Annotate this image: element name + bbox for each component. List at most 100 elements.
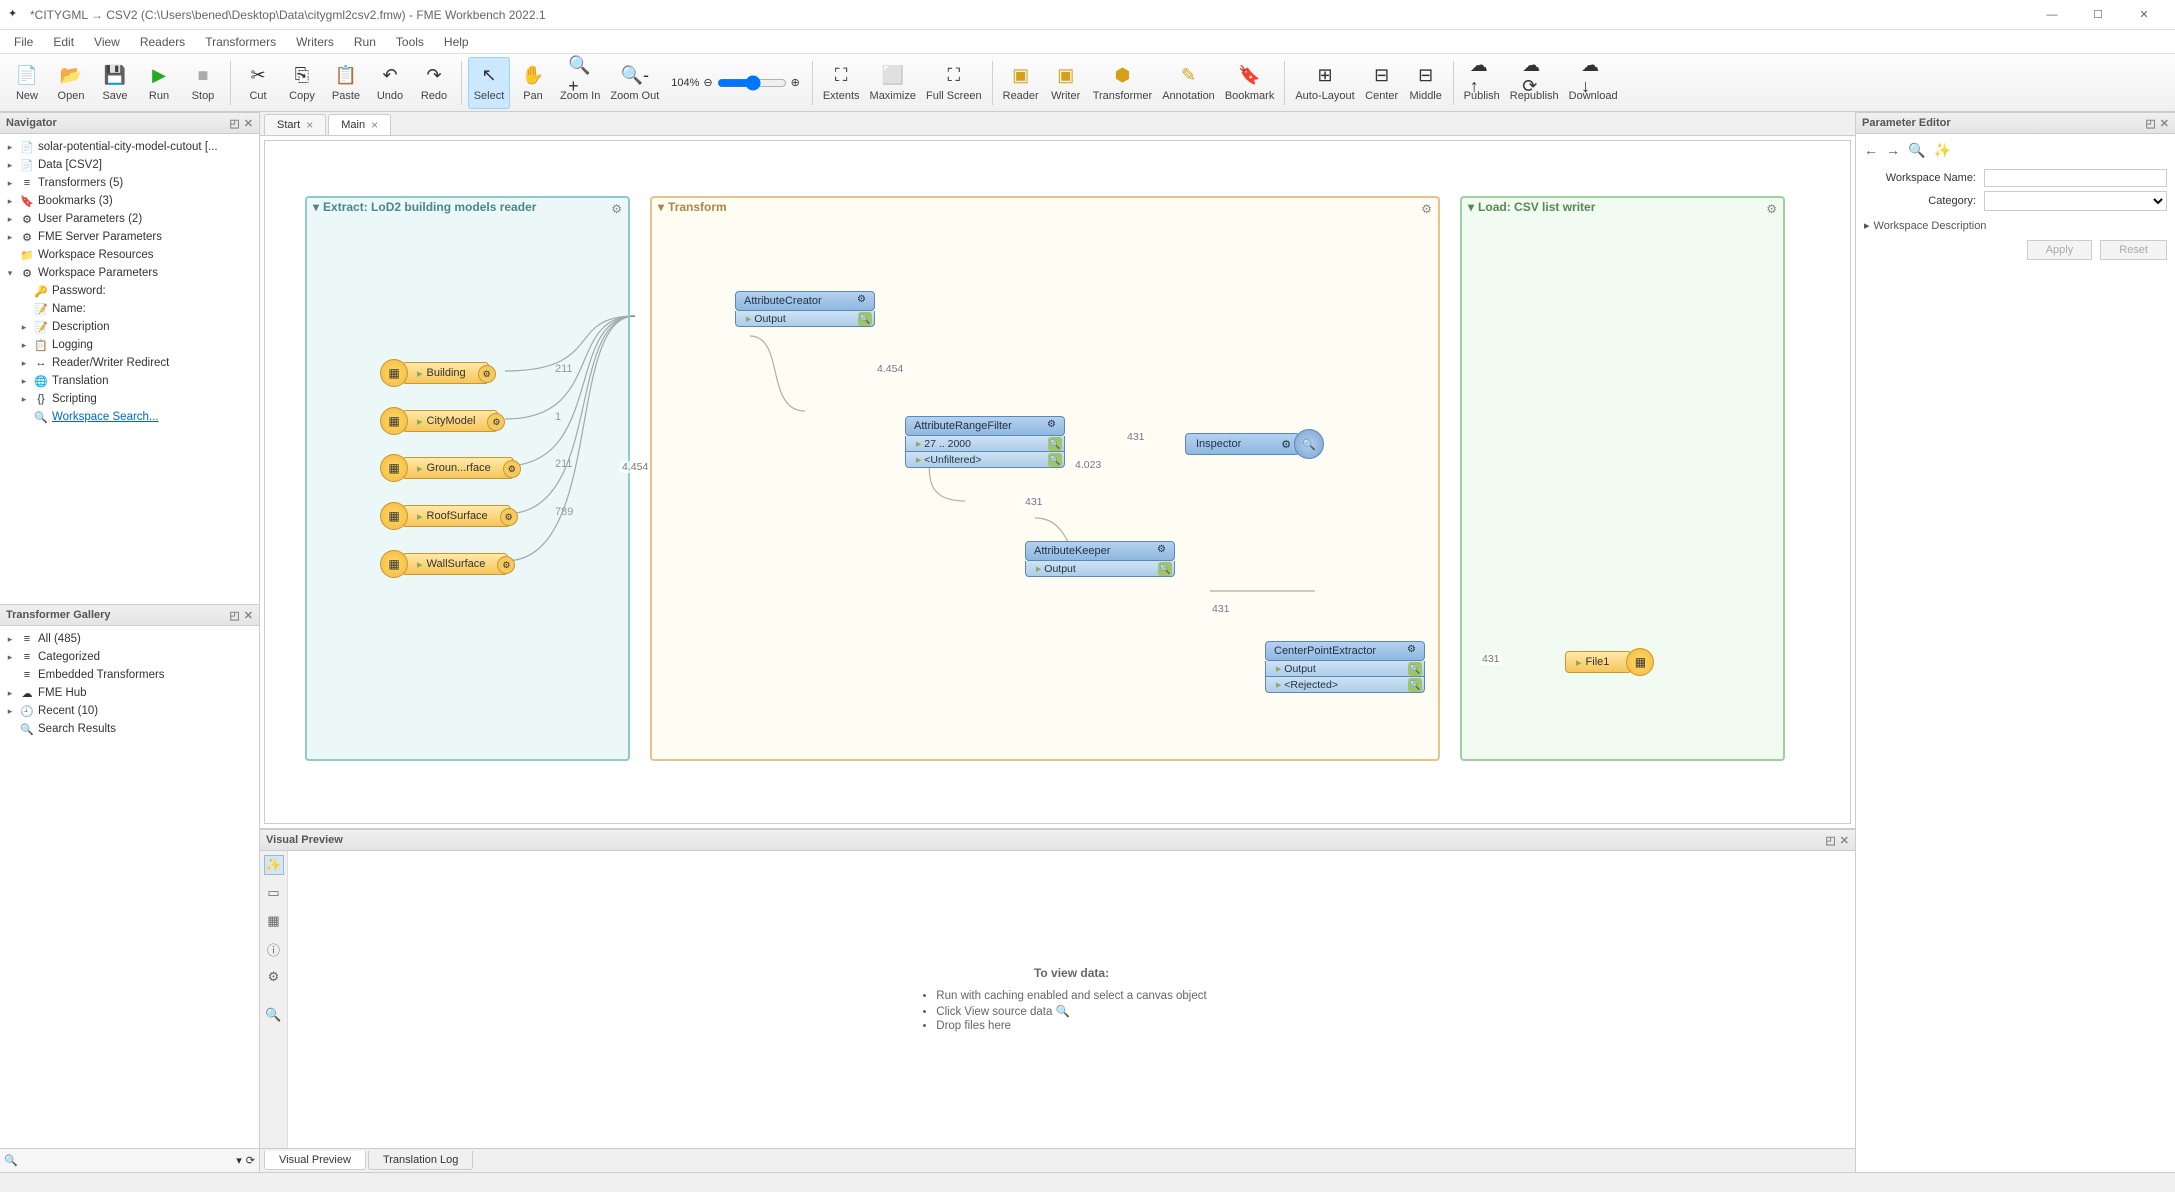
bookmark-load[interactable]: ▾Load: CSV list writer ⚙	[1460, 196, 1785, 761]
nav-item[interactable]: 🔍Workspace Search...	[2, 408, 257, 426]
zoomin-button[interactable]: 🔍+Zoom In	[556, 57, 604, 109]
gear-icon[interactable]: ⚙	[611, 202, 622, 216]
inspect-icon[interactable]: 🔍	[1158, 562, 1172, 576]
nav-forward-icon[interactable]: →	[1886, 142, 1900, 159]
tab-main[interactable]: Main×	[328, 114, 391, 135]
output-port[interactable]: ⚙	[503, 460, 521, 478]
nav-item[interactable]: ▸📋Logging	[2, 336, 257, 354]
output-port[interactable]: ▸Output🔍	[1265, 661, 1425, 677]
nav-item[interactable]: ▸🔖Bookmarks (3)	[2, 192, 257, 210]
search-dropdown-icon[interactable]: ▾	[236, 1154, 242, 1167]
transformer-attributecreator[interactable]: AttributeCreator⚙ ▸Output🔍	[735, 291, 875, 327]
paste-button[interactable]: 📋Paste	[325, 57, 367, 109]
writer-file1[interactable]: ▸File1 ▦	[1565, 648, 1654, 676]
navigator-tree[interactable]: ▸📄solar-potential-city-model-cutout [...…	[0, 134, 259, 604]
tab-close-icon[interactable]: ×	[306, 118, 313, 132]
nav-item[interactable]: ▸⚙FME Server Parameters	[2, 228, 257, 246]
menu-file[interactable]: File	[4, 33, 43, 51]
extents-button[interactable]: ⛶Extents	[819, 57, 864, 109]
copy-button[interactable]: ⎘Copy	[281, 57, 323, 109]
zoomout-button[interactable]: 🔍-Zoom Out	[606, 57, 663, 109]
canvas[interactable]: ▾Extract: LoD2 building models reader ⚙ …	[264, 140, 1851, 824]
reader-citymodel[interactable]: ▦▸CityModel⚙	[380, 407, 498, 435]
reader-building[interactable]: ▦▸Building⚙	[380, 359, 489, 387]
nav-locate-icon[interactable]: 🔍	[1908, 142, 1925, 159]
minimize-button[interactable]: —	[2029, 0, 2075, 30]
panel-close-icon[interactable]: ✕	[1840, 834, 1849, 847]
nav-item[interactable]: ▸📄solar-potential-city-model-cutout [...	[2, 138, 257, 156]
transformer-centerpointextractor[interactable]: CenterPointExtractor⚙ ▸Output🔍 ▸<Rejecte…	[1265, 641, 1425, 693]
nav-item[interactable]: ▸≡Transformers (5)	[2, 174, 257, 192]
output-port[interactable]: ▸27 .. 2000🔍	[905, 436, 1065, 452]
tab-start[interactable]: Start×	[264, 114, 326, 135]
add-bookmark-button[interactable]: 🔖Bookmark	[1221, 57, 1279, 109]
menu-run[interactable]: Run	[344, 33, 386, 51]
stop-button[interactable]: ■Stop	[182, 57, 224, 109]
refresh-icon[interactable]: ⟳	[246, 1154, 255, 1167]
panel-dock-icon[interactable]: ◰	[229, 609, 239, 622]
close-button[interactable]: ✕	[2121, 0, 2167, 30]
panel-close-icon[interactable]: ✕	[244, 609, 253, 622]
center-button[interactable]: ⊟Center	[1361, 57, 1403, 109]
inspect-icon[interactable]: 🔍	[1408, 662, 1422, 676]
preview-source-icon[interactable]: 🔍	[264, 1005, 284, 1025]
gallery-item[interactable]: 🔍Search Results	[2, 720, 257, 738]
nav-item[interactable]: 📝Name:	[2, 300, 257, 318]
tab-visual-preview[interactable]: Visual Preview	[264, 1151, 366, 1170]
transformer-inspector[interactable]: Inspector⚙ 🔍	[1185, 429, 1324, 459]
panel-dock-icon[interactable]: ◰	[229, 117, 239, 130]
bookmark-collapse-icon[interactable]: ▾	[1468, 200, 1474, 214]
new-button[interactable]: 📄New	[6, 57, 48, 109]
reader-roofsurface[interactable]: ▦▸RoofSurface⚙	[380, 502, 511, 530]
preview-wand-icon[interactable]: ✨	[264, 855, 284, 875]
panel-close-icon[interactable]: ✕	[244, 117, 253, 130]
inspect-icon[interactable]: 🔍	[1408, 678, 1422, 692]
nav-item[interactable]: ▸🌐Translation	[2, 372, 257, 390]
maximize-view-button[interactable]: ⬜Maximize	[866, 57, 920, 109]
menu-help[interactable]: Help	[434, 33, 479, 51]
redo-button[interactable]: ↷Redo	[413, 57, 455, 109]
gear-icon[interactable]: ⚙	[1421, 202, 1432, 216]
add-annotation-button[interactable]: ✎Annotation	[1158, 57, 1219, 109]
rejected-port[interactable]: ▸<Rejected>🔍	[1265, 677, 1425, 693]
transformer-attributekeeper[interactable]: AttributeKeeper⚙ ▸Output🔍	[1025, 541, 1175, 577]
bookmark-collapse-icon[interactable]: ▾	[313, 200, 319, 214]
menu-tools[interactable]: Tools	[386, 33, 434, 51]
panel-dock-icon[interactable]: ◰	[2145, 117, 2155, 130]
output-port-unfiltered[interactable]: ▸<Unfiltered>🔍	[905, 452, 1065, 468]
nav-back-icon[interactable]: ←	[1864, 142, 1878, 159]
nav-item[interactable]: ▸⚙User Parameters (2)	[2, 210, 257, 228]
republish-button[interactable]: ☁⟳Republish	[1506, 57, 1563, 109]
transformer-attributerangefilter[interactable]: AttributeRangeFilter⚙ ▸27 .. 2000🔍 ▸<Unf…	[905, 416, 1065, 468]
nav-item[interactable]: ▸{}Scripting	[2, 390, 257, 408]
gallery-tree[interactable]: ▸≡All (485)▸≡Categorized≡Embedded Transf…	[0, 626, 259, 1148]
menu-view[interactable]: View	[84, 33, 130, 51]
nav-item[interactable]: ▸↔Reader/Writer Redirect	[2, 354, 257, 372]
add-writer-button[interactable]: ▣Writer	[1045, 57, 1087, 109]
workspace-name-input[interactable]	[1984, 169, 2167, 187]
undo-button[interactable]: ↶Undo	[369, 57, 411, 109]
reset-button[interactable]: Reset	[2100, 240, 2167, 260]
nav-item[interactable]: 🔑Password:	[2, 282, 257, 300]
preview-table-icon[interactable]: ▦	[264, 911, 284, 931]
inspect-icon[interactable]: 🔍	[1048, 453, 1062, 467]
fullscreen-button[interactable]: ⛶Full Screen	[922, 57, 986, 109]
open-button[interactable]: 📂Open	[50, 57, 92, 109]
gear-icon[interactable]: ⚙	[1281, 438, 1291, 451]
gallery-item[interactable]: ▸≡All (485)	[2, 630, 257, 648]
panel-dock-icon[interactable]: ◰	[1825, 834, 1835, 847]
reader-groundsurface[interactable]: ▦▸Groun...rface⚙	[380, 454, 514, 482]
add-reader-button[interactable]: ▣Reader	[999, 57, 1043, 109]
output-port[interactable]: ▸Output🔍	[735, 311, 875, 327]
apply-button[interactable]: Apply	[2027, 240, 2093, 260]
nav-item[interactable]: ▾⚙Workspace Parameters	[2, 264, 257, 282]
menu-writers[interactable]: Writers	[286, 33, 344, 51]
preview-2d-icon[interactable]: ▭	[264, 883, 284, 903]
nav-item[interactable]: ▸📝Description	[2, 318, 257, 336]
cut-button[interactable]: ✂Cut	[237, 57, 279, 109]
preview-options-icon[interactable]: ⚙	[264, 967, 284, 987]
save-button[interactable]: 💾Save	[94, 57, 136, 109]
publish-button[interactable]: ☁↑Publish	[1460, 57, 1504, 109]
bookmark-collapse-icon[interactable]: ▾	[658, 200, 664, 214]
gallery-item[interactable]: ▸☁FME Hub	[2, 684, 257, 702]
